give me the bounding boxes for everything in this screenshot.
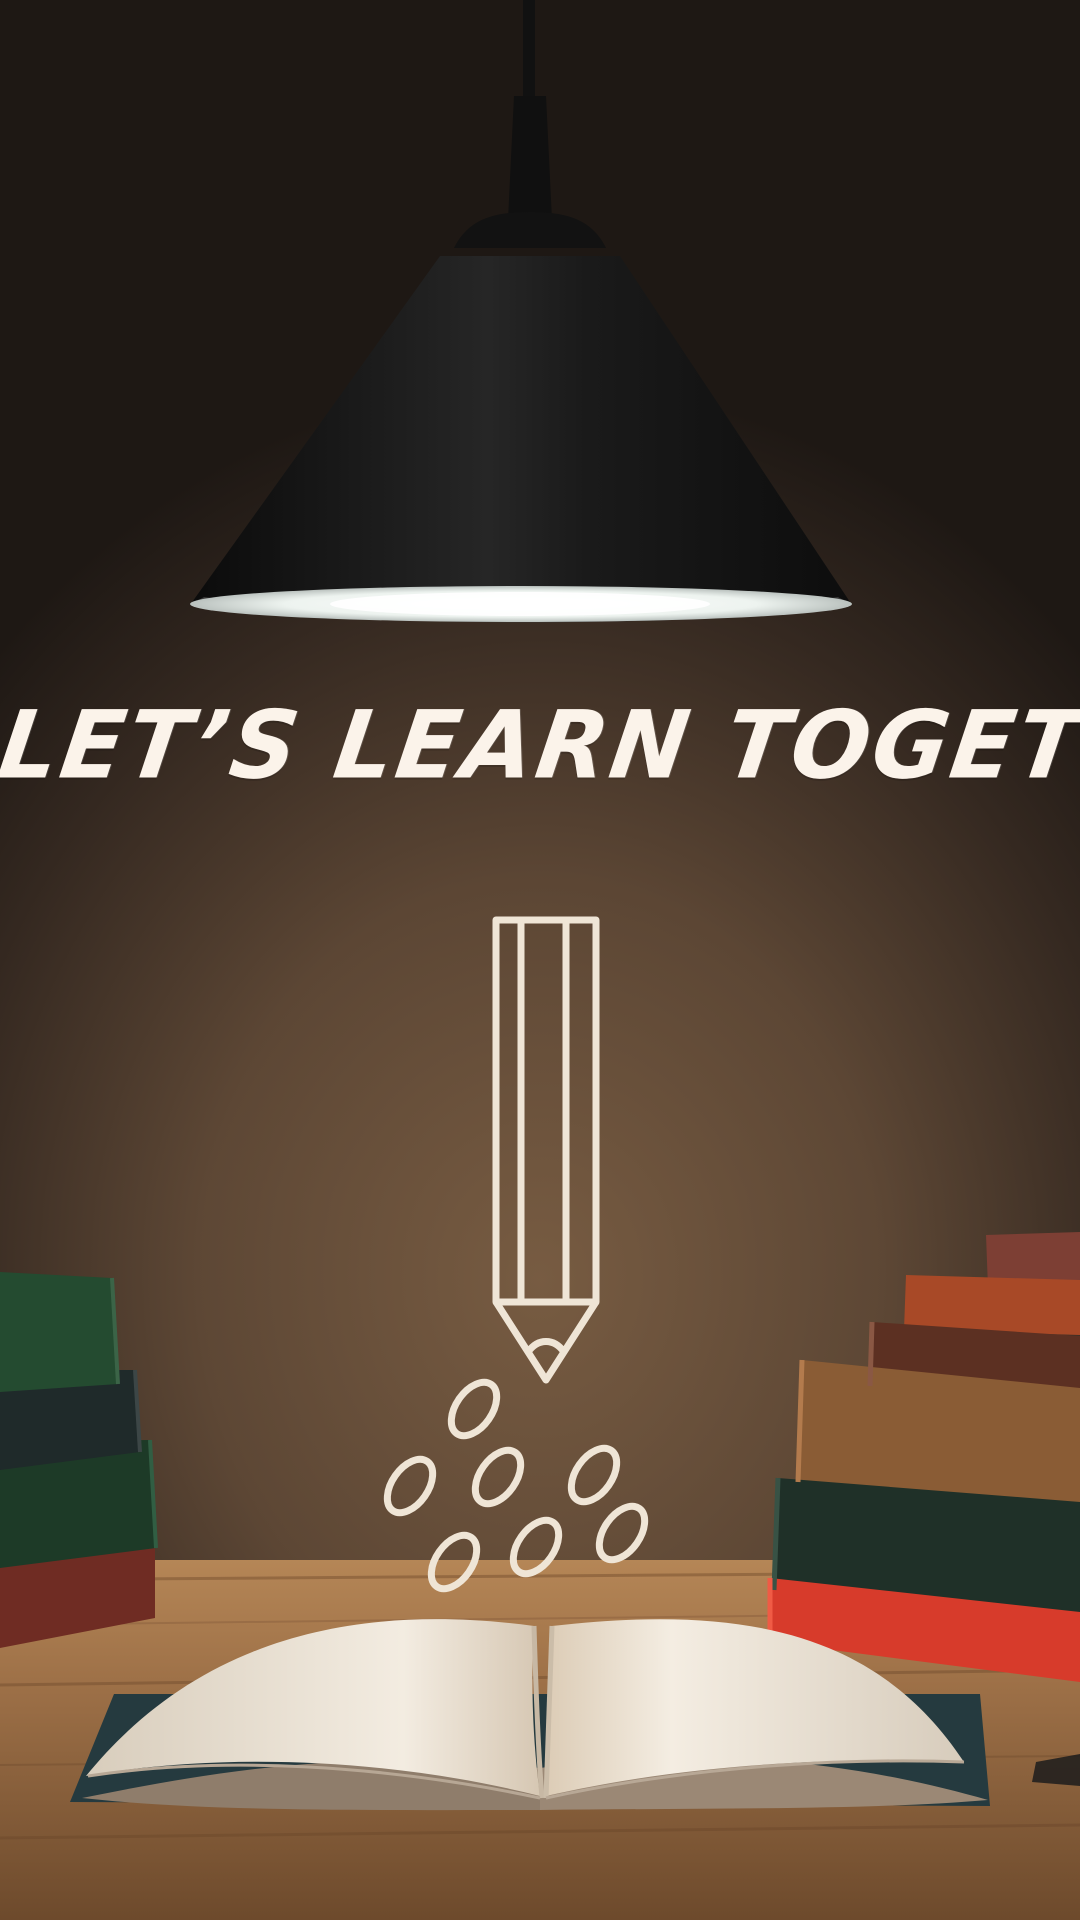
pencil-icon xyxy=(492,916,600,1384)
poster: LET’S LEARN TOGETHER xyxy=(0,0,1080,1920)
book-stack-icon xyxy=(767,1232,1080,1682)
headline-text: LET’S LEARN TOGETHER xyxy=(0,690,1080,801)
poster-illustration xyxy=(0,0,1080,1920)
book-stack-icon xyxy=(0,1272,158,1648)
pendant-lamp-icon xyxy=(190,0,852,623)
